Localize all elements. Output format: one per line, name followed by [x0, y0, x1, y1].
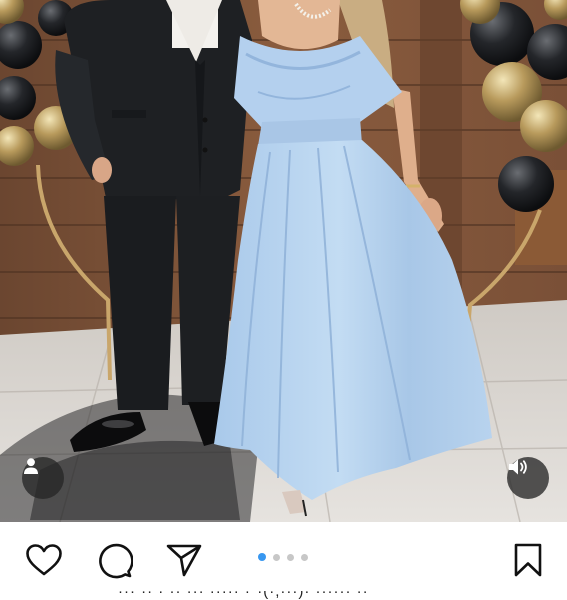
- speaker-muted-icon: [509, 459, 527, 475]
- carousel-dot: [287, 553, 294, 561]
- paper-plane-icon: [166, 544, 202, 577]
- person-icon: [24, 458, 38, 474]
- caption-preview: ··· ·· · ·· ··· ····· ·"·(·,···)· ······…: [118, 591, 498, 600]
- share-button[interactable]: [164, 540, 204, 580]
- carousel-dot: [301, 553, 308, 561]
- user-tag-button[interactable]: [22, 457, 64, 499]
- speech-bubble-icon: [99, 543, 133, 579]
- photo-illustration: [0, 0, 567, 522]
- save-button[interactable]: [508, 540, 548, 580]
- audio-toggle-button[interactable]: [507, 457, 549, 499]
- comment-button[interactable]: [94, 540, 134, 580]
- post-photo[interactable]: [0, 0, 567, 522]
- carousel-dot: [273, 553, 280, 561]
- heart-icon: [26, 544, 62, 576]
- post-action-bar: [0, 522, 567, 592]
- like-button[interactable]: [24, 540, 64, 580]
- caption-preview-text: ··· ·· · ·· ··· ····· ·"·(·,···)· ······…: [118, 591, 375, 600]
- carousel-dot-active: [258, 553, 266, 561]
- carousel-indicator: [258, 553, 308, 561]
- bookmark-icon: [514, 543, 542, 577]
